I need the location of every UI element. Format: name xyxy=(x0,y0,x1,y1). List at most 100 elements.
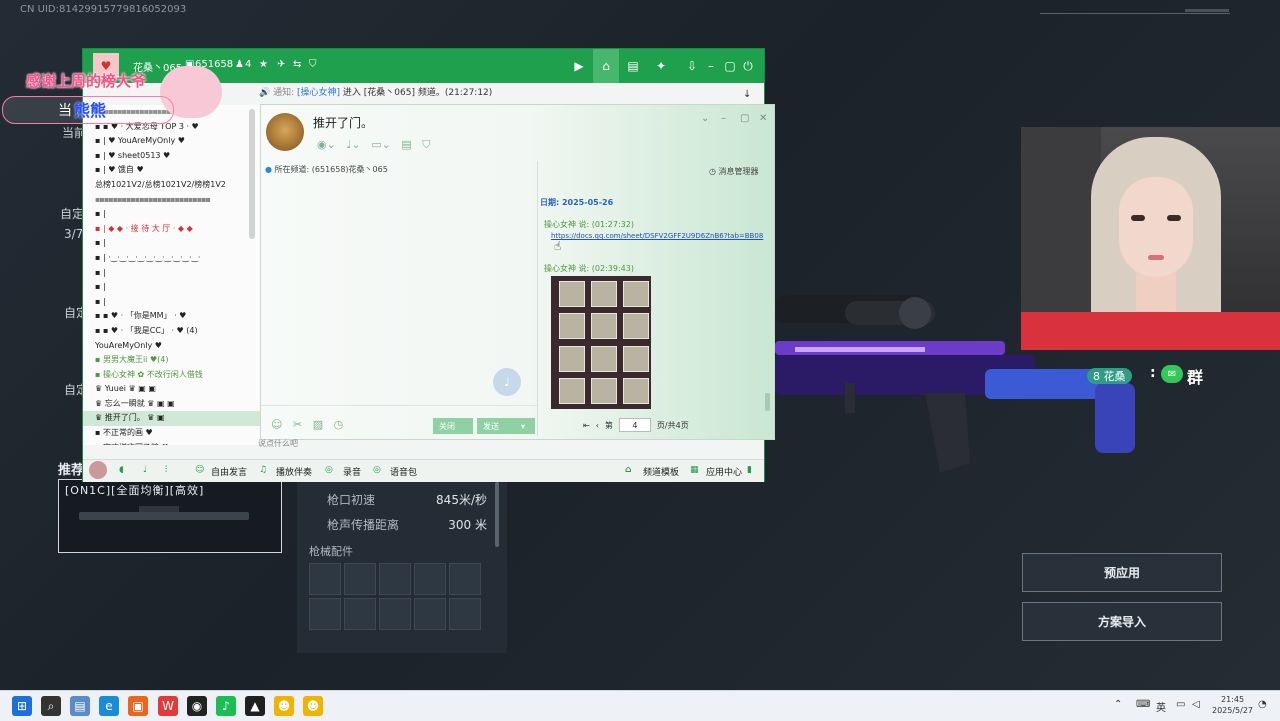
edge-icon[interactable]: e xyxy=(99,696,119,716)
channel-tree-item[interactable]: ▪ 宋欢送嗨圈乙粮 ♥ xyxy=(83,441,261,445)
prev-page-icon[interactable]: ‹ xyxy=(596,421,599,430)
accessory-slot[interactable] xyxy=(309,598,341,630)
bookmark-icon[interactable]: ▤ xyxy=(401,138,411,151)
notification-icon[interactable]: ◔ xyxy=(1258,699,1267,710)
home-icon[interactable]: ⌂ xyxy=(593,49,619,83)
contact-avatar[interactable] xyxy=(266,113,304,151)
scissors-icon[interactable]: ✂ xyxy=(293,418,302,431)
import-plan-button[interactable]: 方案导入 xyxy=(1022,602,1222,641)
bottom-bar-label[interactable]: 自由发言 xyxy=(211,465,247,478)
channel-tree-item[interactable]: ▪ | ♥ YouAreMyOnly ♥ xyxy=(83,134,261,149)
channel-tree-item[interactable]: ▪ | xyxy=(83,207,261,222)
channel-tree-item[interactable]: ▪ | xyxy=(83,295,261,310)
volume-icon[interactable]: ◁ xyxy=(1192,699,1200,710)
shield-icon[interactable]: ⛉ xyxy=(422,138,430,151)
bottom-bar-label[interactable]: 录音 xyxy=(343,465,361,478)
accessory-slot[interactable] xyxy=(379,563,411,595)
equalizer-icon[interactable]: ⫶ xyxy=(165,465,167,475)
channel-tree-item[interactable]: ▪ | xyxy=(83,266,261,281)
channel-tree-item[interactable]: ▪ ▪ ♥ · 「我是CC」 · ♥ (4) xyxy=(83,324,261,339)
download-icon[interactable]: ⇩ xyxy=(683,57,701,75)
channel-tree-item[interactable]: ▪ | xyxy=(83,280,261,295)
send-options-icon[interactable]: ▾ xyxy=(515,418,535,434)
microphone-icon[interactable]: ♩ xyxy=(143,465,147,475)
video-icon[interactable]: ▶ xyxy=(570,57,588,75)
accessory-slot[interactable] xyxy=(449,598,481,630)
stats-scrollbar[interactable] xyxy=(495,482,499,547)
app-green-icon[interactable]: ♪ xyxy=(216,696,236,716)
folder-icon[interactable]: ▭⌄ xyxy=(371,138,391,151)
gamepad-icon[interactable]: ✦ xyxy=(652,57,670,75)
minimize-icon[interactable]: – xyxy=(721,113,726,124)
favorite-icon[interactable]: ★ xyxy=(259,59,268,70)
channel-tree-item[interactable]: ▪ 操心女神 ✿ 不改行闲人借钱 xyxy=(83,368,261,383)
pin-icon[interactable]: ✈ xyxy=(277,59,285,70)
channel-tree-item[interactable]: ▪ 不正常的画 ♥ xyxy=(83,426,261,441)
accompaniment-icon[interactable]: ♫ xyxy=(259,465,267,475)
channel-tree-item[interactable]: ▪ ▪ ♥ · 「你是MM」 · ♥ xyxy=(83,309,261,324)
shield-icon[interactable]: ⛉ xyxy=(309,59,317,70)
wps-icon[interactable]: W xyxy=(158,696,178,716)
board-icon[interactable]: ▤ xyxy=(624,57,642,75)
accessory-slot[interactable] xyxy=(309,563,341,595)
maximize-icon[interactable]: ▢ xyxy=(721,57,739,75)
chat-scrollbar[interactable] xyxy=(765,393,770,411)
share-icon[interactable]: ⇆ xyxy=(293,59,301,70)
channel-tree-item[interactable]: ▪ 男男大魔王ii ♥(4) xyxy=(83,353,261,368)
channel-tree-item[interactable]: ▪▪▪▪▪▪▪▪▪▪▪▪▪▪▪▪▪▪▪▪▪▪▪▪▪▪ xyxy=(83,193,261,208)
free-speak-icon[interactable]: ☺ xyxy=(195,465,204,475)
channel-template-icon[interactable]: ⌂ xyxy=(625,465,631,475)
close-button[interactable]: 关闭 xyxy=(433,418,473,434)
channel-tree-item[interactable]: ▪ | ♥ sheet0513 ♥ xyxy=(83,149,261,164)
app-dark-icon[interactable]: ▲ xyxy=(245,696,265,716)
user-avatar[interactable] xyxy=(89,461,107,479)
channel-tree-item[interactable]: YouAreMyOnly ♥ xyxy=(83,339,261,354)
channel-tree-scrollbar[interactable] xyxy=(249,109,255,239)
tray-chevron-icon[interactable]: ⌃ xyxy=(1114,699,1122,710)
search-icon[interactable]: ⌕ xyxy=(41,696,61,716)
accessory-slot[interactable] xyxy=(344,563,376,595)
message-image[interactable] xyxy=(551,276,651,409)
channel-tree-item[interactable]: ▪ | xyxy=(83,236,261,251)
apply-button[interactable]: 预应用 xyxy=(1022,553,1222,592)
notice-scroll-down-icon[interactable]: ↓ xyxy=(743,89,751,100)
channel-tree-item[interactable]: ♛ 忘么一瞬就 ♛ ▣ ▣ xyxy=(83,397,261,412)
channel-tree-item[interactable]: ♛ Yuuei ♛ ▣ ▣ xyxy=(83,382,261,397)
bottom-bar-label[interactable]: 播放伴奏 xyxy=(276,465,312,478)
maximize-icon[interactable]: ▢ xyxy=(740,113,749,124)
close-icon[interactable]: ✕ xyxy=(759,113,767,124)
notice-user[interactable]: [操心女神] xyxy=(297,88,340,98)
app-center-icon[interactable]: ▦ xyxy=(690,465,699,475)
message-manager[interactable]: ◷ 消息管理器 xyxy=(709,166,759,177)
record-icon[interactable]: ◎ xyxy=(325,465,333,475)
windows-start-icon[interactable]: ⊞ xyxy=(12,696,32,716)
channel-tree-item[interactable]: ▪ | ♥ 饿自 ♥ xyxy=(83,163,261,178)
microphone-icon[interactable]: ♩⌄ xyxy=(346,138,360,151)
accessory-slot[interactable] xyxy=(414,563,446,595)
first-page-icon[interactable]: ⇤ xyxy=(583,421,590,430)
system-clock[interactable]: 21:45 2025/5/27 xyxy=(1212,694,1253,716)
voice-input-icon[interactable]: ♩ xyxy=(493,368,521,396)
channel-tree-item[interactable]: ▪ | ·‿·‿·‿·‿·‿·‿·‿·‿·‿·‿· xyxy=(83,251,261,266)
yy-icon[interactable]: ☻ xyxy=(274,696,294,716)
emoji-icon[interactable]: ☺ xyxy=(271,418,282,431)
minimize-icon[interactable]: – xyxy=(702,57,720,75)
keyboard-icon[interactable]: ⌨ xyxy=(1136,699,1150,710)
page-number-input[interactable]: 4 xyxy=(618,418,651,432)
file-explorer-icon[interactable]: ▤ xyxy=(70,696,90,716)
ime-icon[interactable]: 英 xyxy=(1156,699,1166,714)
channel-tree-item[interactable]: 总榜1021V2/总榜1021V2/榜榜1V2 xyxy=(83,178,261,193)
camera-icon[interactable]: ◉⌄ xyxy=(317,138,336,151)
accessory-slot[interactable] xyxy=(344,598,376,630)
channel-tree-item[interactable]: ♛ 推开了门。 ♛ ▣ xyxy=(83,411,261,427)
history-icon[interactable]: ◷ xyxy=(334,418,344,431)
accessory-slot[interactable] xyxy=(414,598,446,630)
accessory-slot[interactable] xyxy=(379,598,411,630)
accessory-slot[interactable] xyxy=(449,563,481,595)
yy-input-placeholder[interactable]: 说点什么吧 xyxy=(258,438,298,449)
network-icon[interactable]: ▭ xyxy=(1176,699,1185,710)
speaker-icon[interactable]: ◖ xyxy=(119,465,124,475)
chevron-down-icon[interactable]: ⌄ xyxy=(701,113,709,124)
yy-active-icon[interactable]: ☻ xyxy=(303,696,323,716)
bottom-bar-label[interactable]: 语音包 xyxy=(390,465,417,478)
